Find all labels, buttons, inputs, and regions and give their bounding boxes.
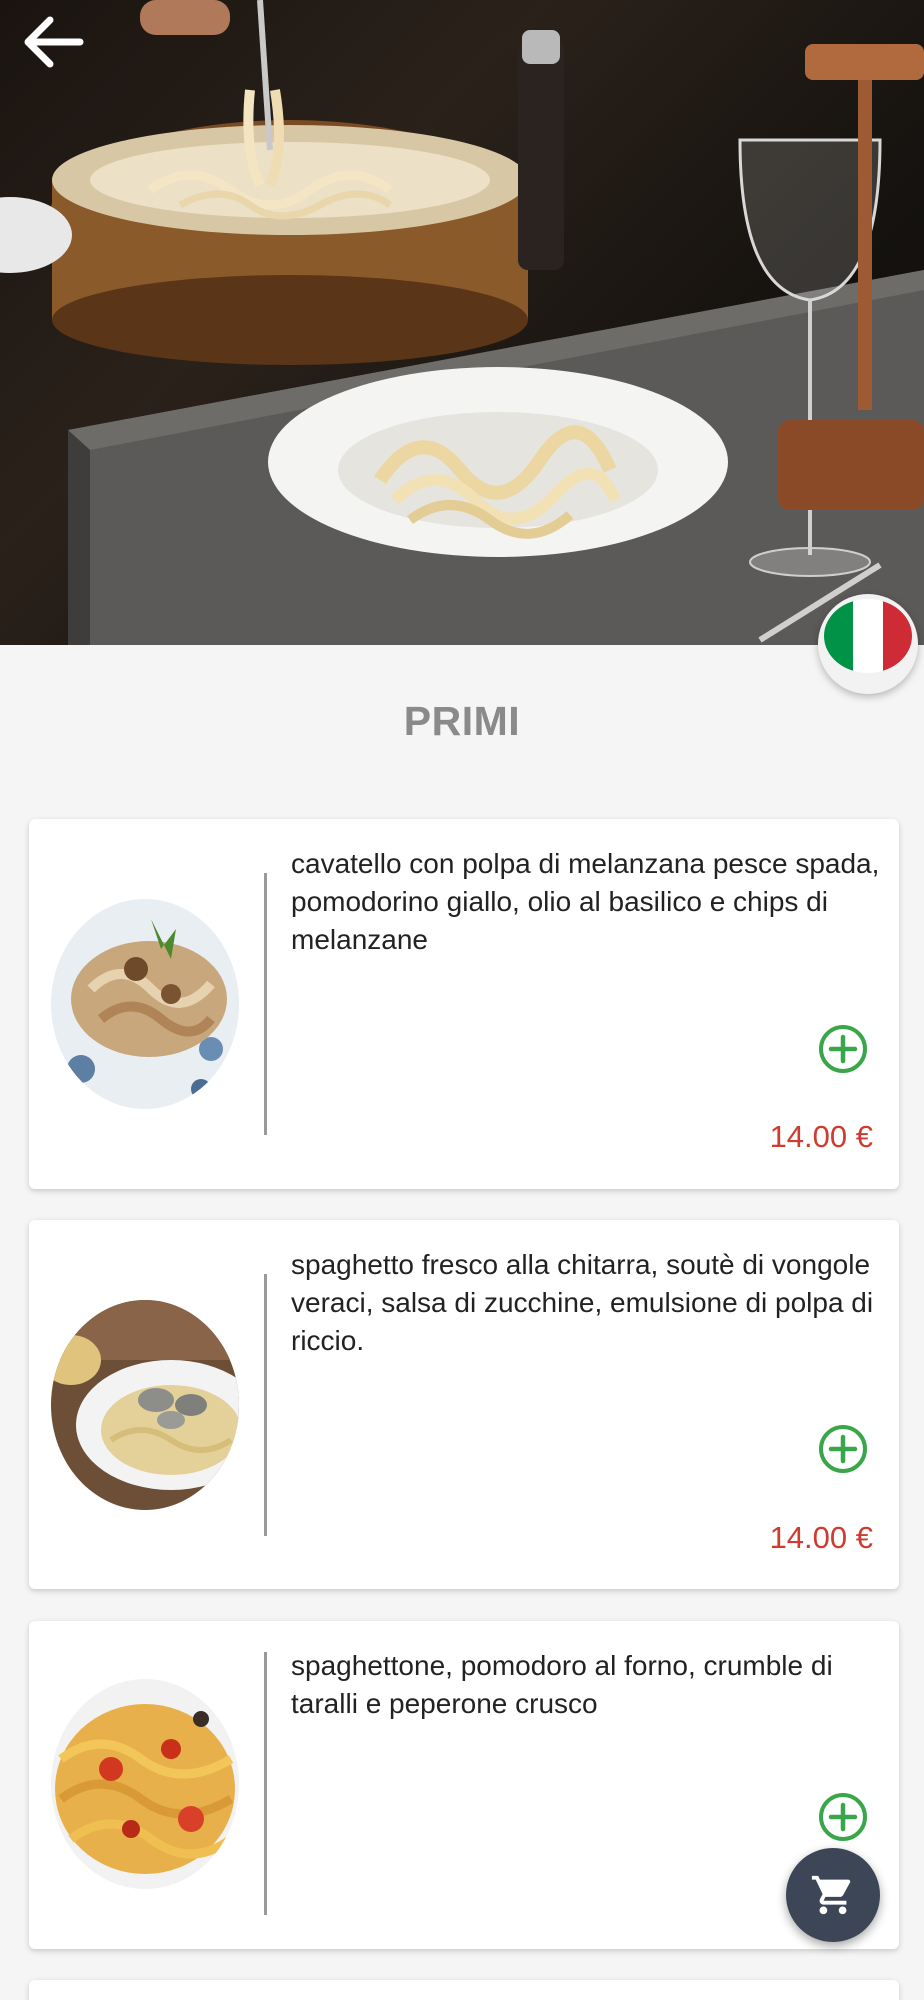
italian-flag-icon bbox=[824, 599, 912, 673]
hero-photo-illustration bbox=[0, 0, 924, 645]
item-description: spaghettone, pomodoro al forno, crumble … bbox=[291, 1650, 833, 1719]
vertical-divider bbox=[264, 1274, 267, 1536]
item-price: 14.00 € bbox=[769, 1119, 873, 1154]
add-to-cart-button[interactable] bbox=[817, 1791, 869, 1843]
add-to-cart-button[interactable] bbox=[817, 1023, 869, 1075]
back-button[interactable] bbox=[22, 14, 108, 90]
plus-circle-icon bbox=[819, 1025, 867, 1073]
arrow-left-icon bbox=[24, 16, 84, 68]
language-selector[interactable] bbox=[818, 594, 918, 694]
plus-circle-icon bbox=[819, 1793, 867, 1841]
section-title: PRIMI bbox=[403, 698, 521, 744]
dish-image bbox=[51, 1679, 239, 1889]
item-description: spaghetto fresco alla chitarra, soutè di… bbox=[291, 1249, 874, 1356]
menu-item-card[interactable]: cavatello con polpa di melanzana pesce s… bbox=[29, 819, 899, 1189]
dish-image bbox=[51, 899, 239, 1109]
vertical-divider bbox=[264, 1652, 267, 1915]
cart-button[interactable] bbox=[786, 1848, 880, 1942]
dish-image bbox=[51, 1300, 239, 1510]
vertical-divider bbox=[264, 873, 267, 1135]
plus-circle-icon bbox=[819, 1425, 867, 1473]
menu-item-card[interactable]: spaghetto fresco alla chitarra, soutè di… bbox=[29, 1220, 899, 1589]
hero-image bbox=[0, 0, 924, 645]
menu-item-card[interactable]: spaghettone, pomodoro al forno, crumble … bbox=[29, 1621, 899, 1949]
add-to-cart-button[interactable] bbox=[817, 1423, 869, 1475]
shopping-cart-icon bbox=[811, 1875, 851, 1915]
menu-item-card[interactable] bbox=[29, 1980, 899, 2000]
item-price: 14.00 € bbox=[769, 1520, 873, 1555]
item-description: cavatello con polpa di melanzana pesce s… bbox=[291, 848, 880, 955]
